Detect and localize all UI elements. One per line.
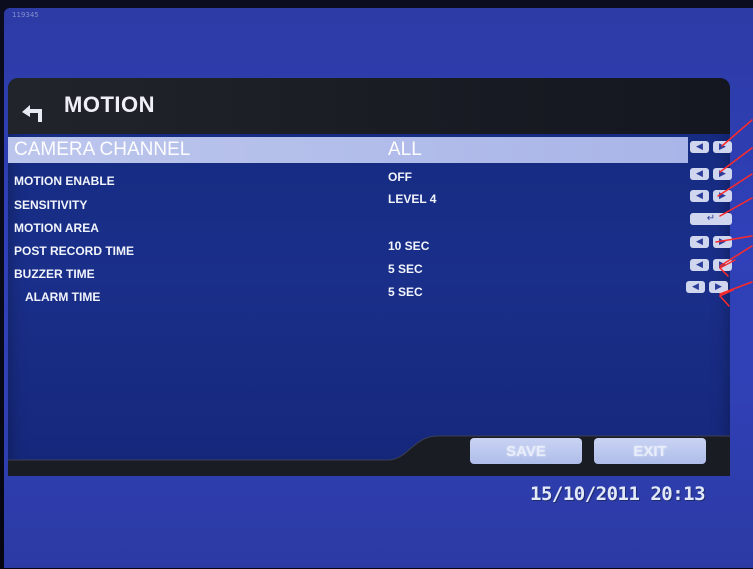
annotation-arrow (721, 119, 753, 147)
annotation-arrows (715, 119, 753, 307)
